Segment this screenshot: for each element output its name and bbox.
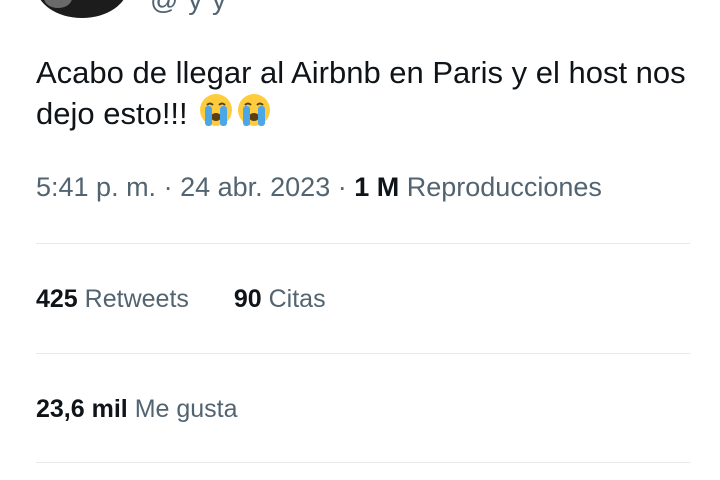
- retweets-stat[interactable]: 425 Retweets: [36, 285, 189, 314]
- tweet-meta: 5:41 p. m. · 24 abr. 2023 · 1 M Reproduc…: [36, 172, 602, 203]
- avatar[interactable]: [36, 0, 128, 18]
- tweet-text-content: Acabo de llegar al Airbnb en Paris y el …: [36, 55, 686, 131]
- user-handle[interactable]: @ y y: [150, 0, 227, 16]
- divider: [36, 353, 690, 354]
- crying-face-icon: [236, 92, 272, 137]
- quotes-count: 90: [233, 285, 262, 313]
- views-count: 1 M: [354, 172, 400, 202]
- crying-face-icon: [198, 92, 234, 137]
- quotes-label: Citas: [268, 285, 326, 313]
- likes-count: 23,6 mil: [36, 395, 128, 423]
- divider: [36, 243, 690, 244]
- divider: [36, 462, 690, 463]
- retweets-label: Retweets: [84, 285, 189, 313]
- stats-row-likes: 23,6 mil Me gusta: [36, 395, 238, 424]
- views-label: Reproducciones: [406, 172, 602, 202]
- likes-stat[interactable]: 23,6 mil Me gusta: [36, 395, 238, 424]
- tweet-time[interactable]: 5:41 p. m.: [36, 172, 156, 202]
- likes-label: Me gusta: [134, 395, 238, 423]
- stats-row-retweets: 425 Retweets 90 Citas: [36, 285, 326, 314]
- tweet-date[interactable]: 24 abr. 2023: [180, 172, 330, 202]
- retweets-count: 425: [36, 285, 78, 313]
- quotes-stat[interactable]: 90 Citas: [234, 285, 326, 314]
- meta-separator: ·: [156, 172, 181, 202]
- meta-separator: ·: [330, 172, 355, 202]
- tweet-text: Acabo de llegar al Airbnb en Paris y el …: [36, 54, 686, 137]
